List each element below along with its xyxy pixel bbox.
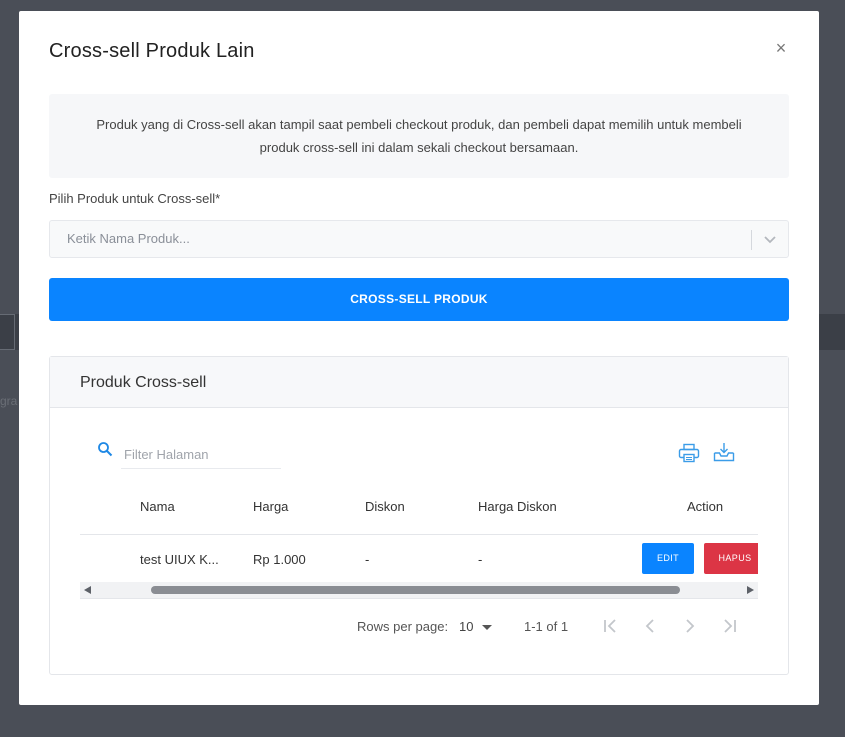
rows-per-page-label: Rows per page:	[357, 619, 449, 634]
caret-down-icon[interactable]	[482, 625, 492, 630]
next-page-icon[interactable]	[680, 616, 700, 636]
download-icon[interactable]	[713, 442, 735, 462]
edit-button[interactable]: EDIT	[642, 543, 694, 574]
cross-sell-submit-button[interactable]: CROSS-SELL PRODUK	[49, 278, 789, 321]
scroll-right-arrow-icon[interactable]	[747, 586, 754, 594]
column-header-diskon[interactable]: Diskon	[365, 499, 405, 514]
product-field-label: Pilih Produk untuk Cross-sell*	[49, 191, 221, 206]
info-box: Produk yang di Cross-sell akan tampil sa…	[49, 94, 789, 178]
select-separator	[751, 230, 752, 250]
pagination-range: 1-1 of 1	[524, 619, 569, 634]
cell-harga: Rp 1.000	[253, 552, 306, 567]
close-icon[interactable]: ×	[773, 38, 789, 58]
card-title: Produk Cross-sell	[50, 357, 788, 408]
info-text: Produk yang di Cross-sell akan tampil sa…	[96, 117, 742, 155]
last-page-icon[interactable]	[720, 616, 740, 636]
scroll-left-arrow-icon[interactable]	[84, 586, 91, 594]
product-select-placeholder: Ketik Nama Produk...	[67, 231, 190, 246]
cell-harga-diskon: -	[478, 552, 483, 567]
column-header-nama[interactable]: Nama	[140, 499, 175, 514]
filter-input[interactable]	[121, 441, 281, 469]
rows-per-page-select[interactable]: 10	[459, 619, 473, 634]
column-header-harga[interactable]: Harga	[253, 499, 288, 514]
horizontal-scrollbar[interactable]	[80, 582, 758, 599]
cross-sell-card: Produk Cross-sell Nama Harga Diskon Harg…	[49, 356, 789, 675]
table-header-divider	[80, 534, 758, 535]
previous-page-icon[interactable]	[640, 616, 660, 636]
first-page-icon[interactable]	[600, 616, 620, 636]
column-header-harga-diskon[interactable]: Harga Diskon	[478, 499, 557, 514]
column-header-action: Action	[687, 499, 724, 514]
search-icon	[98, 442, 113, 457]
print-icon[interactable]	[678, 443, 700, 463]
chevron-down-icon[interactable]	[762, 230, 778, 248]
cell-diskon: -	[365, 552, 370, 567]
cross-sell-modal: Cross-sell Produk Lain × Produk yang di …	[19, 11, 819, 705]
modal-title: Cross-sell Produk Lain	[49, 40, 255, 62]
backdrop-box	[0, 314, 15, 350]
backdrop-text: gra	[0, 394, 18, 408]
delete-button[interactable]: HAPUS	[704, 543, 758, 574]
scrollbar-thumb[interactable]	[151, 586, 680, 594]
cell-nama: test UIUX K...	[140, 552, 219, 567]
product-select[interactable]: Ketik Nama Produk...	[49, 220, 789, 258]
